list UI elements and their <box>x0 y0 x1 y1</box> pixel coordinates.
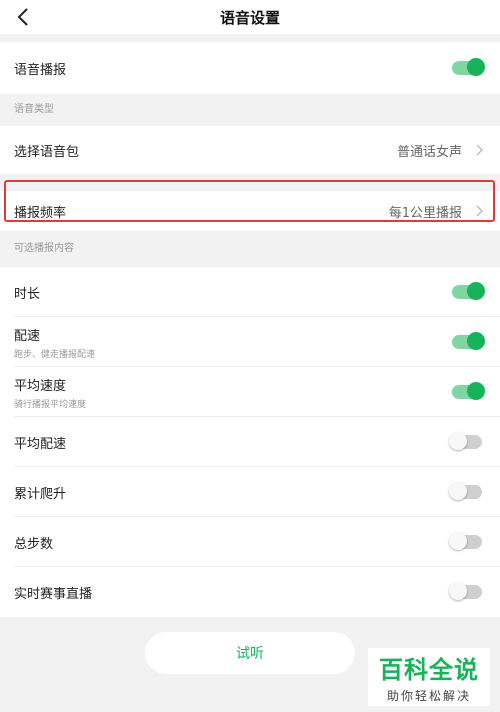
listen-button[interactable]: 试听 <box>145 632 355 674</box>
live-event-toggle[interactable] <box>449 582 482 600</box>
select-voice-pack-row[interactable]: 选择语音包 普通话女声 <box>0 126 500 174</box>
top-bar: 语音设置 <box>0 0 500 34</box>
option-label: 总步数 <box>14 536 54 552</box>
list-item[interactable]: 实时赛事直播 <box>0 567 500 617</box>
option-label: 实时赛事直播 <box>14 586 93 602</box>
watermark-sub-text: 助你轻松解决 <box>386 689 471 703</box>
voice-broadcast-label: 语音播报 <box>14 62 67 78</box>
broadcast-frequency-row[interactable]: 播报频率 每1公里播报 <box>0 191 500 231</box>
list-item[interactable]: 累计爬升 <box>0 467 500 517</box>
chevron-right-icon <box>476 205 483 217</box>
optional-content-list: 时长 配速 跑步、健走播报配速 平均速度 骑行播报平均速度 平均配速 累计爬升 … <box>0 267 500 617</box>
option-label: 时长 <box>14 286 41 302</box>
optional-content-section-label: 可选播报内容 <box>0 231 500 267</box>
option-sublabel: 骑行播报平均速度 <box>14 399 87 410</box>
watermark-logo: 百科全说 助你轻松解决 <box>368 648 490 706</box>
option-label: 累计爬升 <box>14 486 67 502</box>
page-title: 语音设置 <box>219 8 280 27</box>
option-label: 平均配速 <box>14 436 67 452</box>
list-item[interactable]: 配速 跑步、健走播报配速 <box>0 317 500 367</box>
list-item[interactable]: 总步数 <box>0 517 500 567</box>
pace-toggle[interactable] <box>452 332 485 350</box>
voice-broadcast-toggle[interactable] <box>452 58 485 76</box>
total-steps-toggle[interactable] <box>449 532 482 550</box>
broadcast-frequency-label: 播报频率 <box>14 205 67 221</box>
chevron-right-icon <box>476 144 483 156</box>
option-sublabel: 跑步、健走播报配速 <box>14 349 96 360</box>
option-label: 配速 <box>14 328 41 344</box>
select-voice-pack-label: 选择语音包 <box>14 144 80 160</box>
voice-broadcast-row[interactable]: 语音播报 <box>0 42 500 94</box>
list-item[interactable]: 平均配速 <box>0 417 500 467</box>
list-item[interactable]: 平均速度 骑行播报平均速度 <box>0 367 500 417</box>
duration-toggle[interactable] <box>452 282 485 300</box>
average-pace-toggle[interactable] <box>449 432 482 450</box>
watermark-main-text: 百科全说 <box>379 656 479 684</box>
broadcast-frequency-value: 每1公里播报 <box>388 205 462 221</box>
average-speed-toggle[interactable] <box>452 382 485 400</box>
voice-type-section-label: 语音类型 <box>0 94 500 126</box>
total-climb-toggle[interactable] <box>449 482 482 500</box>
list-item[interactable]: 时长 <box>0 267 500 317</box>
select-voice-pack-value: 普通话女声 <box>396 144 462 160</box>
back-arrow-icon[interactable] <box>14 6 34 28</box>
option-label: 平均速度 <box>14 378 67 394</box>
